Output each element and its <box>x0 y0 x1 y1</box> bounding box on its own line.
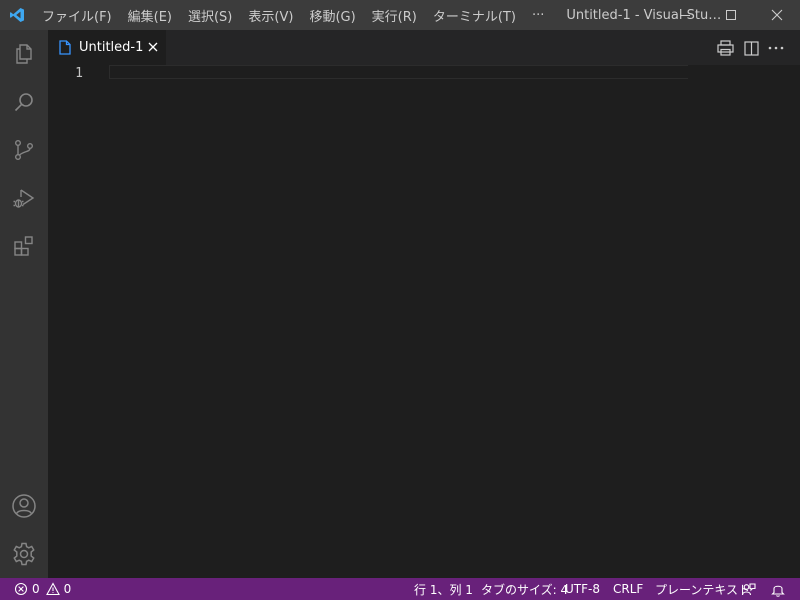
close-icon <box>771 9 783 21</box>
split-editor-icon <box>743 40 759 56</box>
error-count: 0 <box>32 582 40 596</box>
editor-tabs-bar: Untitled-1 <box>48 30 800 65</box>
menu-file[interactable]: ファイル(F) <box>34 0 120 30</box>
run-debug-icon <box>12 186 36 210</box>
editor-area[interactable]: 1 <box>48 65 800 578</box>
file-icon <box>59 40 73 56</box>
current-line-highlight[interactable] <box>109 65 689 79</box>
split-editor-button[interactable] <box>741 38 761 58</box>
run-debug-button[interactable] <box>0 174 48 222</box>
tab-close-icon[interactable] <box>145 39 161 55</box>
menu-bar: ファイル(F) 編集(E) 選択(S) 表示(V) 移動(G) 実行(R) ター… <box>34 0 552 30</box>
tab-untitled-1[interactable]: Untitled-1 <box>48 30 166 65</box>
warning-count: 0 <box>63 582 72 596</box>
notifications-bell-icon <box>771 582 785 597</box>
menu-run[interactable]: 実行(R) <box>364 0 425 30</box>
source-control-button[interactable] <box>0 126 48 174</box>
minimize-icon <box>679 9 691 21</box>
menu-view[interactable]: 表示(V) <box>240 0 301 30</box>
notifications-button[interactable] <box>771 578 785 600</box>
menu-more[interactable]: ··· <box>524 0 552 30</box>
feedback-button[interactable] <box>741 578 756 600</box>
more-actions-button[interactable] <box>766 38 786 58</box>
manage-button[interactable] <box>0 530 48 578</box>
explorer-icon <box>12 42 36 66</box>
eol-setting[interactable]: CRLF <box>613 578 643 600</box>
more-actions-icon <box>768 46 784 50</box>
search-icon <box>12 90 36 114</box>
close-button[interactable] <box>754 0 800 30</box>
problems-indicator[interactable]: 0 0 <box>14 578 71 600</box>
cursor-position[interactable]: 行 1、列 1 <box>414 578 473 600</box>
menu-go[interactable]: 移動(G) <box>301 0 363 30</box>
activity-bar <box>0 30 48 578</box>
encoding-setting[interactable]: UTF-8 <box>565 578 600 600</box>
maximize-icon <box>725 9 737 21</box>
minimize-button[interactable] <box>662 0 708 30</box>
language-mode[interactable]: プレーンテキスト <box>655 578 750 600</box>
account-icon <box>11 493 37 519</box>
menu-edit[interactable]: 編集(E) <box>120 0 180 30</box>
feedback-icon <box>741 582 756 597</box>
menu-selection[interactable]: 選択(S) <box>180 0 240 30</box>
error-icon <box>14 582 28 596</box>
vscode-logo-icon[interactable] <box>0 0 34 30</box>
maximize-button[interactable] <box>708 0 754 30</box>
line-number: 1 <box>75 66 83 81</box>
explorer-button[interactable] <box>0 30 48 78</box>
extensions-button[interactable] <box>0 222 48 270</box>
print-button[interactable] <box>715 38 735 58</box>
extensions-icon <box>12 234 36 258</box>
title-bar: ファイル(F) 編集(E) 選択(S) 表示(V) 移動(G) 実行(R) ター… <box>0 0 800 30</box>
minimap[interactable] <box>688 65 800 578</box>
print-icon <box>716 40 734 56</box>
manage-gear-icon <box>11 541 37 567</box>
warning-icon <box>45 582 60 596</box>
status-bar: 0 0 行 1、列 1 タブのサイズ: 4 UTF-8 CRLF プレーンテキス… <box>0 578 800 600</box>
tab-label: Untitled-1 <box>79 40 144 55</box>
source-control-icon <box>12 138 36 162</box>
accounts-button[interactable] <box>0 482 48 530</box>
search-view-button[interactable] <box>0 78 48 126</box>
menu-terminal[interactable]: ターミナル(T) <box>425 0 524 30</box>
indentation-setting[interactable]: タブのサイズ: 4 <box>481 578 568 600</box>
